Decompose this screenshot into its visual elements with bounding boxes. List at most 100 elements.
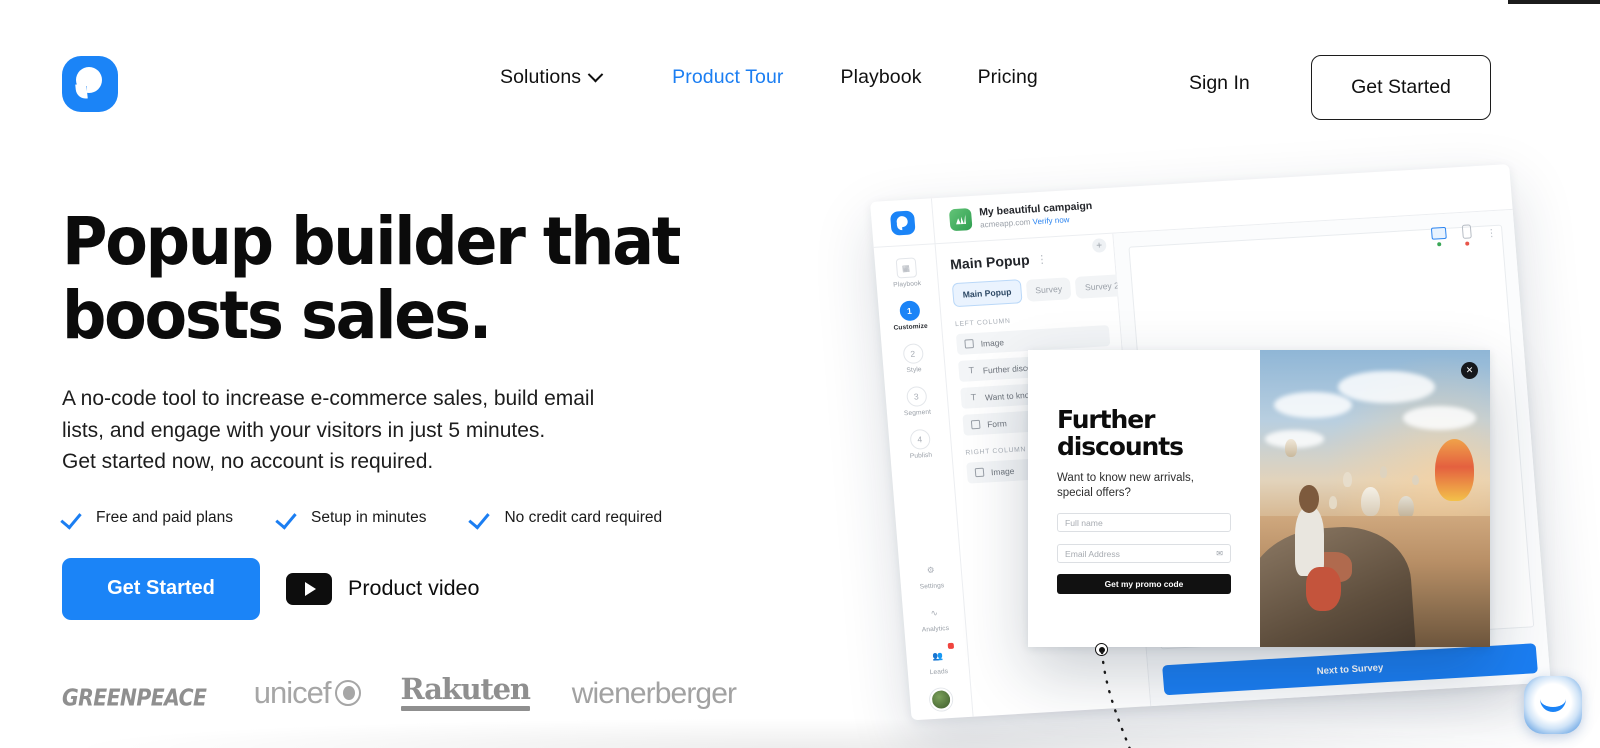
tab-main-popup[interactable]: Main Popup — [951, 279, 1023, 308]
client-logo-greenpeace: GREENPEACE — [62, 684, 207, 711]
nav-label-pricing: Pricing — [977, 66, 1038, 88]
unicef-emblem-icon — [334, 680, 361, 706]
feature-item-free-plans: Free and paid plans — [62, 507, 233, 529]
popupsmart-logo-icon — [889, 209, 916, 236]
nav-item-pricing[interactable]: Pricing — [978, 66, 1038, 89]
kebab-menu-icon[interactable]: ⋮ — [1486, 228, 1497, 240]
rail-label: Style — [906, 366, 922, 375]
chat-widget-button[interactable] — [1524, 676, 1582, 734]
backpack — [1306, 566, 1341, 612]
verify-now-link[interactable]: Verify now — [1032, 215, 1070, 226]
balloon-icon — [1361, 486, 1380, 517]
nav-label-solutions: Solutions — [500, 66, 582, 88]
nav-item-product-tour[interactable]: Product Tour — [672, 66, 783, 89]
close-icon[interactable]: ✕ — [1461, 362, 1478, 379]
client-logo-unicef-text: unicef — [253, 675, 332, 710]
feature-label: No credit card required — [504, 508, 663, 526]
balloon-icon — [1342, 471, 1352, 487]
paragraph-line-2: lists, and engage with your visitors in … — [62, 418, 546, 442]
campaign-domain: acmeapp.com — [979, 217, 1031, 229]
balloon-icon — [1411, 474, 1419, 486]
rail-label: Segment — [903, 408, 932, 418]
step-number-4: 4 — [908, 428, 931, 450]
rail-item-analytics[interactable]: ∿ Analytics — [902, 601, 966, 635]
next-to-survey-button[interactable]: Next to Survey — [1162, 643, 1538, 696]
main-nav: Solutions Product Tour Playbook Pricing — [500, 66, 1038, 89]
popup-preview-card: Further discounts Want to know new arriv… — [1028, 350, 1490, 647]
rail-item-leads[interactable]: 👥 Leads — [906, 642, 970, 678]
campaign-avatar-icon — [948, 207, 973, 231]
kebab-menu-icon[interactable]: ⋮ — [1036, 252, 1049, 266]
block-label: Image — [980, 336, 1005, 349]
hero-copy: Popup builder that boosts sales. A no-co… — [62, 205, 742, 620]
rail-item-playbook[interactable]: ▦ Playbook — [874, 256, 938, 290]
device-mobile[interactable] — [1458, 224, 1476, 246]
product-video-link[interactable]: Product video — [286, 572, 479, 605]
youtube-play-icon — [286, 572, 332, 605]
client-logo-strip: GREENPEACE unicef Rakuten wienerberger — [62, 672, 737, 711]
rail-item-style[interactable]: 2 Style — [881, 342, 945, 376]
text-icon: T — [968, 365, 975, 376]
rail-label: Analytics — [921, 624, 950, 634]
check-icon — [277, 507, 299, 529]
mobile-icon — [1461, 224, 1472, 239]
rail-item-settings[interactable]: ⚙ Settings — [899, 558, 963, 592]
editor-brand-cell[interactable] — [870, 197, 936, 248]
tab-survey[interactable]: Survey — [1025, 277, 1072, 302]
feature-label: Setup in minutes — [311, 508, 427, 526]
cloud-icon — [1402, 406, 1477, 431]
editor-rail-bottom: ⚙ Settings ∿ Analytics 👥 Leads — [899, 558, 973, 712]
popup-image-side: ✕ — [1260, 350, 1490, 647]
status-dot-desktop — [1437, 242, 1442, 247]
email-input[interactable]: Email Address ✉ — [1057, 544, 1231, 563]
envelope-icon: ✉ — [1216, 549, 1223, 558]
rail-item-publish[interactable]: 4 Publish — [888, 428, 952, 462]
text-icon: T — [970, 392, 977, 403]
get-promo-code-button[interactable]: Get my promo code — [1057, 574, 1231, 594]
brand-logo[interactable] — [62, 56, 118, 112]
nav-label-product-tour: Product Tour — [672, 66, 784, 88]
client-logo-wienerberger: wienerberger — [571, 677, 737, 710]
rail-label: Leads — [929, 668, 949, 677]
gear-icon: ⚙ — [926, 564, 935, 575]
nav-item-solutions[interactable]: Solutions — [500, 66, 604, 89]
feature-item-no-credit-card: No credit card required — [470, 507, 662, 529]
logo-notch — [77, 86, 87, 98]
image-icon — [964, 339, 975, 349]
block-label: Image — [990, 465, 1015, 477]
hero-paragraph: A no-code tool to increase e-commerce sa… — [62, 383, 742, 478]
chevron-down-icon — [587, 66, 604, 83]
get-started-hero-button[interactable]: Get Started — [62, 557, 260, 620]
nav-item-playbook[interactable]: Playbook — [841, 66, 922, 89]
balloon-icon — [1434, 439, 1474, 502]
chart-line-icon: ∿ — [930, 607, 939, 618]
landing-page: Solutions Product Tour Playbook Pricing … — [0, 0, 1600, 748]
page-title: Popup builder that boosts sales. — [62, 205, 701, 353]
block-label: Form — [986, 417, 1008, 429]
rail-item-customize[interactable]: 1 Customize — [878, 299, 942, 333]
leads-badge — [947, 642, 955, 650]
popup-heading-line-2: discounts — [1057, 432, 1184, 461]
desktop-icon — [1430, 226, 1447, 240]
email-placeholder: Email Address — [1065, 548, 1120, 559]
popup-subtext-line-2: special offers? — [1057, 487, 1131, 499]
chat-smile-icon — [1540, 699, 1566, 712]
avatar[interactable] — [929, 687, 953, 712]
full-name-input[interactable]: Full name — [1057, 513, 1231, 532]
step-number-1: 1 — [898, 300, 921, 322]
step-number-2: 2 — [902, 343, 924, 365]
rail-label: Settings — [919, 582, 945, 591]
paragraph-line-1: A no-code tool to increase e-commerce sa… — [62, 387, 595, 410]
panel-title: Main Popup — [949, 251, 1031, 273]
person-body — [1294, 507, 1325, 576]
device-desktop[interactable] — [1430, 226, 1447, 247]
check-icon — [62, 507, 84, 529]
get-started-header-button[interactable]: Get Started — [1311, 55, 1491, 120]
image-icon — [974, 467, 985, 478]
client-logo-rakuten: Rakuten — [400, 672, 531, 711]
popup-content-side: Further discounts Want to know new arriv… — [1028, 350, 1260, 647]
rail-item-segment[interactable]: 3 Segment — [884, 385, 948, 419]
sign-in-link[interactable]: Sign In — [1189, 72, 1250, 95]
cloud-icon — [1273, 391, 1352, 419]
cloud-icon — [1338, 370, 1435, 404]
